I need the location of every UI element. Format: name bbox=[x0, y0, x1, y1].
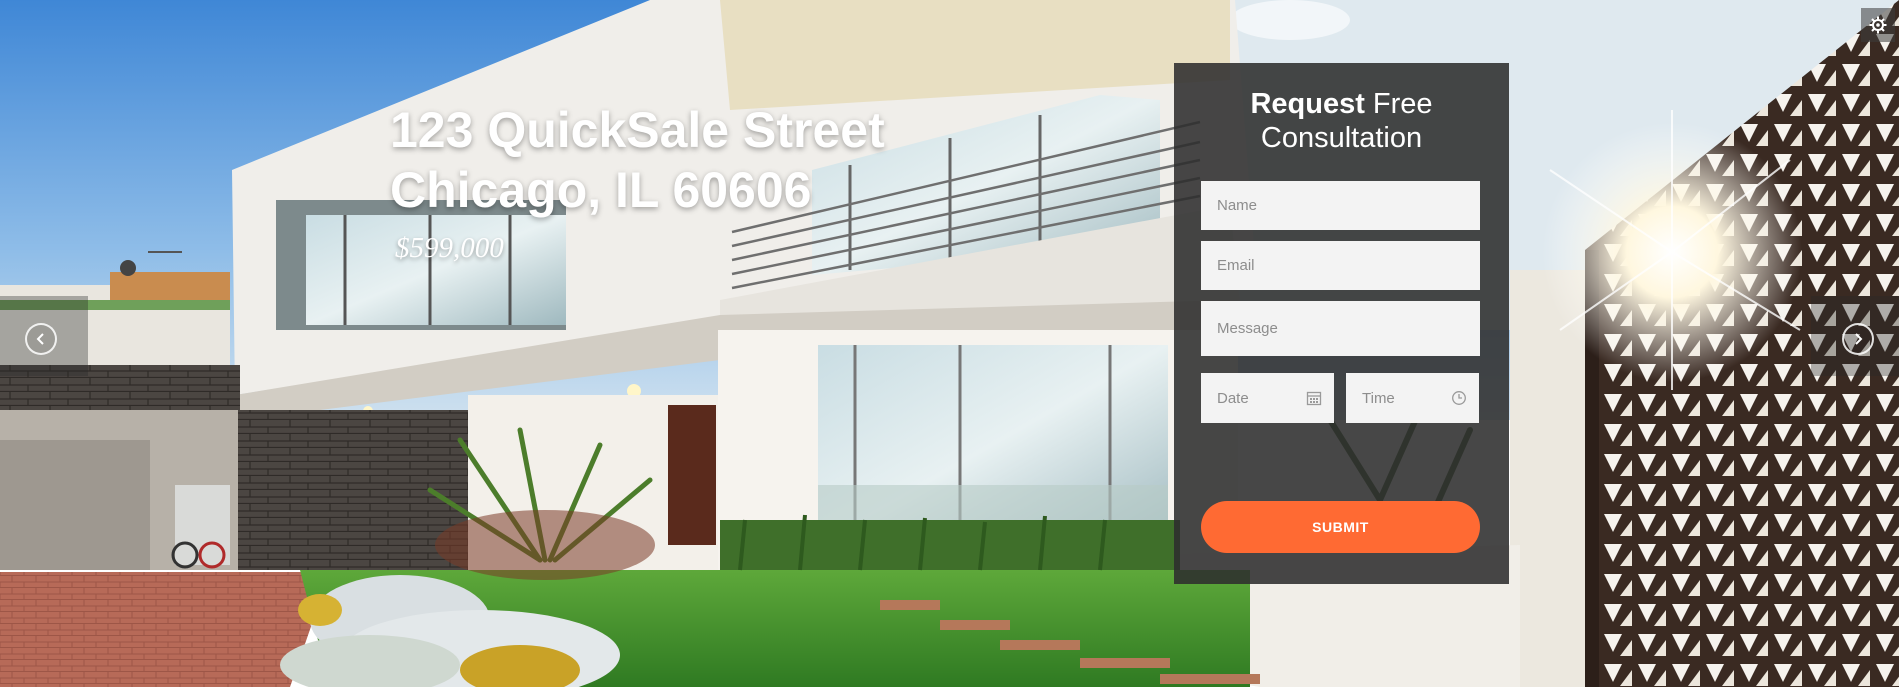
form-heading: Request Free Consultation bbox=[1174, 87, 1509, 155]
settings-button[interactable] bbox=[1861, 8, 1895, 42]
hero-background-image bbox=[0, 0, 1899, 687]
chevron-right-icon bbox=[1855, 333, 1863, 345]
address-line-2: Chicago, IL 60606 bbox=[390, 162, 812, 218]
prev-slide-button[interactable] bbox=[25, 323, 57, 355]
name-field[interactable] bbox=[1201, 181, 1480, 230]
time-picker[interactable] bbox=[1346, 373, 1479, 423]
date-picker[interactable] bbox=[1201, 373, 1334, 423]
property-address: 123 QuickSale Street Chicago, IL 60606 bbox=[390, 100, 885, 220]
submit-button[interactable]: SUBMIT bbox=[1201, 501, 1480, 553]
form-heading-line2: Consultation bbox=[1260, 122, 1423, 154]
calendar-icon bbox=[1306, 391, 1322, 406]
gear-icon bbox=[1869, 16, 1887, 34]
form-heading-bold: Request bbox=[1250, 88, 1365, 120]
consultation-form: Request Free Consultation SUBMIT bbox=[1174, 63, 1509, 584]
form-heading-light: Free bbox=[1372, 88, 1433, 120]
chevron-left-icon bbox=[36, 333, 44, 345]
next-slide-button[interactable] bbox=[1842, 323, 1874, 355]
clock-icon bbox=[1452, 391, 1466, 405]
message-field[interactable] bbox=[1201, 301, 1480, 356]
email-field[interactable] bbox=[1201, 241, 1480, 290]
property-price: $599,000 bbox=[395, 232, 504, 264]
address-line-1: 123 QuickSale Street bbox=[390, 102, 885, 158]
